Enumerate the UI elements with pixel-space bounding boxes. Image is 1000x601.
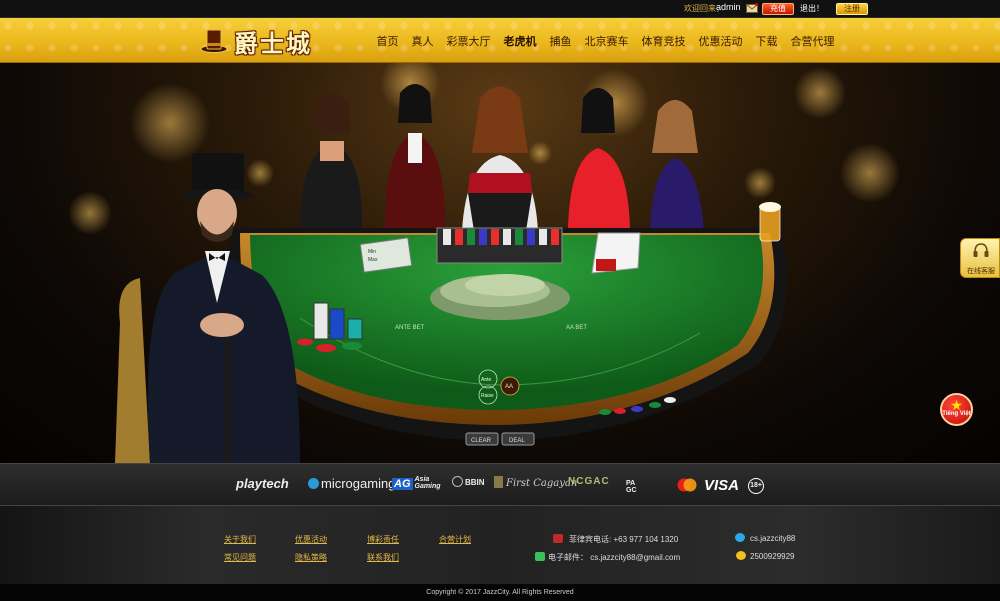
casino-scene: ANTE BET AA BET Min Max Ante Raise AA CL… (68, 63, 900, 463)
ag-sub-line-1: Asia (414, 476, 430, 483)
contact-email: 电子邮件： cs.jazzcity88@gmail.com (548, 553, 681, 562)
nav-beijing-racing[interactable]: 北京赛车 (578, 33, 635, 49)
nav-promotions[interactable]: 优惠活动 (692, 33, 749, 49)
hero-banner[interactable]: ANTE BET AA BET Min Max Ante Raise AA CL… (0, 63, 1000, 463)
first-cagayan-text: First Cagayan (506, 478, 578, 489)
qq-icon (736, 551, 746, 560)
contact-phone: 菲律宾电话: +63 977 104 1320 (569, 535, 679, 544)
pagcor-line-2: GC (626, 487, 637, 494)
footer-link-privacy[interactable]: 隐私策略 (295, 552, 327, 563)
card-min-label: Min (368, 249, 376, 255)
nav-slots[interactable]: 老虎机 (497, 33, 543, 49)
nav-home[interactable]: 首页 (370, 33, 405, 49)
bbin-text: BBIN (465, 478, 485, 487)
online-service-button[interactable]: 在线客服 (960, 238, 1000, 278)
footer: 关于我们 优惠活动 博彩责任 合营计划 常见问题 隐私策略 联系我们 菲律宾电话… (0, 506, 1000, 584)
email-icon (535, 552, 545, 561)
vietnam-flag-icon: ★ (950, 397, 963, 413)
nav-download[interactable]: 下载 (749, 33, 784, 49)
clear-button[interactable]: CLEAR (471, 438, 492, 444)
bbin-icon (452, 476, 463, 487)
ante-button[interactable]: Ante (481, 377, 492, 383)
first-cagayan-icon (494, 476, 503, 488)
dealer-1 (300, 93, 363, 233)
ag-sub-line-2: Gaming (414, 483, 441, 490)
dealer-5 (650, 100, 704, 233)
ncgac-logo: NCGAC (568, 476, 610, 487)
deposit-button[interactable]: 充值 (762, 3, 794, 15)
card-max-label: Max (368, 257, 378, 263)
age-restriction-badge: 18+ (748, 478, 764, 494)
deal-button[interactable]: DEAL (509, 438, 525, 444)
register-button[interactable]: 注册 (836, 3, 868, 15)
logout-link[interactable]: 退出！ (800, 3, 824, 14)
skype-icon (735, 533, 745, 542)
hat-logo-icon (200, 29, 228, 53)
footer-link-about[interactable]: 关于我们 (224, 534, 256, 545)
nav-sports[interactable]: 体育竞技 (635, 33, 692, 49)
playtech-logo: playtech (236, 476, 289, 491)
contact-skype: cs.jazzcity88 (750, 534, 796, 543)
footer-link-contact[interactable]: 联系我们 (367, 552, 399, 563)
top-bar: 欢迎回来， admin 充值 退出！ 注册 (0, 0, 1000, 18)
nav-live[interactable]: 真人 (405, 33, 440, 49)
dealer-3 (462, 86, 538, 231)
footer-link-faq[interactable]: 常见问题 (224, 552, 256, 563)
headset-icon (973, 243, 989, 257)
nav-lottery[interactable]: 彩票大厅 (440, 33, 497, 49)
asia-gaming-logo: AG Asia Gaming (392, 476, 441, 490)
microgaming-logo: microgaming (308, 476, 395, 491)
visa-logo: VISA (704, 477, 740, 494)
footer-link-affiliate[interactable]: 合营计划 (439, 534, 471, 545)
first-cagayan-logo: First Cagayan (494, 476, 577, 489)
aa-button[interactable]: AA (505, 384, 513, 390)
bbin-logo: BBIN (452, 476, 485, 487)
contact-qq: 2500929929 (750, 552, 795, 561)
aa-bet-label: AA BET (566, 325, 587, 331)
ag-subtitle: Asia Gaming (415, 476, 441, 490)
nav-fishing[interactable]: 捕鱼 (543, 33, 578, 49)
footer-link-responsible-gaming[interactable]: 博彩责任 (367, 534, 399, 545)
gentleman-with-top-hat (115, 153, 300, 463)
footer-link-promotions[interactable]: 优惠活动 (295, 534, 327, 545)
pagcor-line-1: PA (626, 480, 636, 487)
mastercard-icon (677, 478, 697, 492)
mail-icon[interactable] (746, 3, 758, 13)
blackjack-table: ANTE BET AA BET Min Max Ante Raise AA CL… (229, 202, 787, 446)
phone-icon (553, 534, 563, 543)
ag-box: AG (392, 478, 413, 490)
ante-bet-label: ANTE BET (395, 325, 425, 331)
username: admin (716, 2, 741, 12)
copyright: Copyright © 2017 JazzCity. All Rights Re… (0, 584, 1000, 601)
nav-affiliate[interactable]: 合营代理 (784, 33, 841, 49)
language-switch-button[interactable]: ★ Tiếng Việt (940, 393, 973, 426)
main-nav: 首页 真人 彩票大厅 老虎机 捕鱼 北京赛车 体育竞技 优惠活动 下载 合营代理 (370, 18, 841, 63)
microgaming-text: microgaming (321, 476, 396, 491)
logo-text: 爵士城 (234, 29, 312, 58)
site-logo[interactable]: 爵士城 (198, 20, 326, 60)
pagcor-logo: PA GC (626, 480, 637, 494)
header: 爵士城 首页 真人 彩票大厅 老虎机 捕鱼 北京赛车 体育竞技 优惠活动 下载 … (0, 18, 1000, 63)
partner-logos: playtech microgaming AG Asia Gaming BBIN F… (0, 463, 1000, 506)
microgaming-icon (308, 478, 319, 489)
online-service-label: 在线客服 (967, 268, 995, 275)
language-label: Tiếng Việt (942, 411, 971, 417)
raise-button[interactable]: Raise (481, 393, 494, 399)
